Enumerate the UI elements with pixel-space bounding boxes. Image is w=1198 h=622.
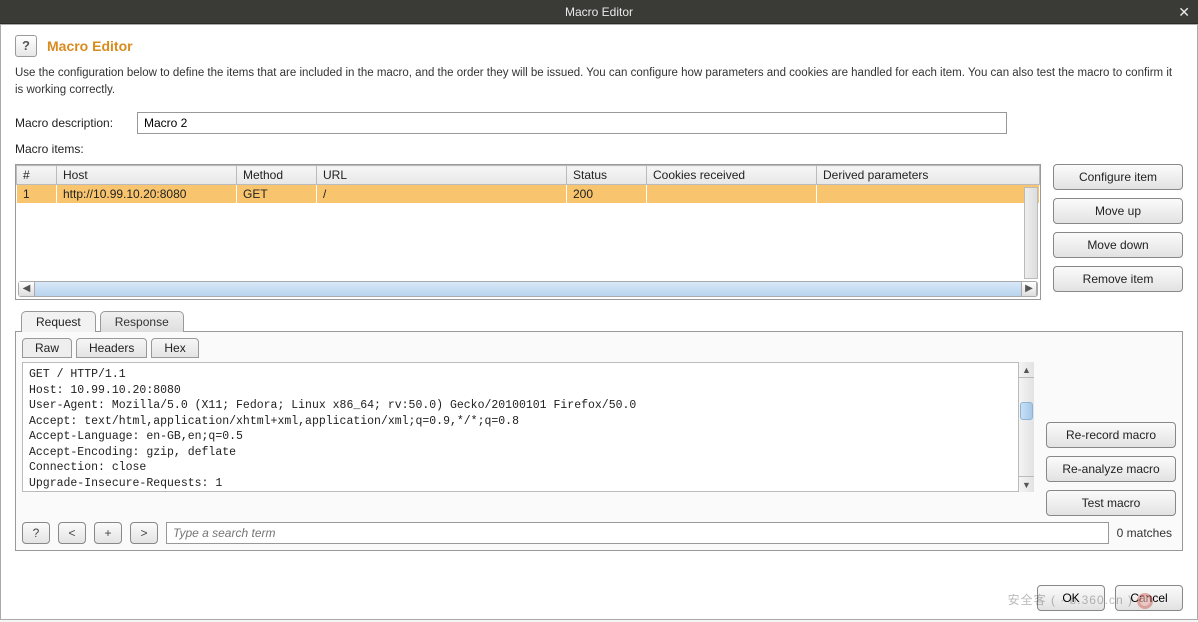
scroll-track[interactable]	[35, 282, 1021, 296]
section-title: Macro Editor	[47, 35, 133, 57]
scroll-left-icon[interactable]: ◀	[19, 282, 35, 296]
re-record-macro-button[interactable]: Re-record macro	[1046, 422, 1176, 448]
subtab-headers[interactable]: Headers	[76, 338, 147, 358]
macro-items-table-wrap: # Host Method URL Status Cookies receive…	[15, 164, 1041, 300]
search-matches: 0 matches	[1117, 526, 1172, 540]
scroll-down-icon[interactable]: ▼	[1019, 476, 1034, 492]
scroll-up-icon[interactable]: ▲	[1019, 362, 1034, 378]
raw-request-pane[interactable]: GET / HTTP/1.1 Host: 10.99.10.20:8080 Us…	[22, 362, 1034, 492]
remove-item-button[interactable]: Remove item	[1053, 266, 1183, 292]
section-description: Use the configuration below to define th…	[15, 65, 1183, 98]
col-num[interactable]: #	[17, 166, 57, 185]
raw-vscrollbar[interactable]: ▲ ▼	[1018, 362, 1034, 492]
col-url[interactable]: URL	[317, 166, 567, 185]
macro-items-label: Macro items:	[15, 142, 1183, 156]
scrollbar-thumb[interactable]	[1020, 402, 1033, 420]
table-row[interactable]: 1 http://10.99.10.20:8080 GET / 200	[17, 185, 1040, 204]
subtab-hex[interactable]: Hex	[151, 338, 198, 358]
move-down-button[interactable]: Move down	[1053, 232, 1183, 258]
col-host[interactable]: Host	[57, 166, 237, 185]
search-add-button[interactable]: +	[94, 522, 122, 544]
tab-body: Raw Headers Hex GET / HTTP/1.1 Host: 10.…	[15, 331, 1183, 551]
window-title: Macro Editor	[565, 5, 633, 19]
col-status[interactable]: Status	[567, 166, 647, 185]
cancel-button[interactable]: Cancel	[1115, 585, 1183, 611]
cell-host: http://10.99.10.20:8080	[57, 185, 237, 204]
table-vscrollbar[interactable]	[1024, 187, 1038, 279]
macro-items-table: # Host Method URL Status Cookies receive…	[16, 165, 1040, 203]
col-cookies[interactable]: Cookies received	[647, 166, 817, 185]
search-help-button[interactable]: ?	[22, 522, 50, 544]
cell-derived	[817, 185, 1040, 204]
ok-button[interactable]: OK	[1037, 585, 1105, 611]
test-macro-button[interactable]: Test macro	[1046, 490, 1176, 516]
search-forward-button[interactable]: >	[130, 522, 158, 544]
titlebar: Macro Editor ✕	[0, 0, 1198, 24]
search-back-button[interactable]: <	[58, 522, 86, 544]
cell-status: 200	[567, 185, 647, 204]
col-method[interactable]: Method	[237, 166, 317, 185]
scroll-right-icon[interactable]: ▶	[1021, 282, 1037, 296]
cell-num: 1	[17, 185, 57, 204]
cell-url: /	[317, 185, 567, 204]
macro-description-input[interactable]	[137, 112, 1007, 134]
search-input[interactable]	[166, 522, 1109, 544]
tab-request[interactable]: Request	[21, 311, 96, 332]
cell-method: GET	[237, 185, 317, 204]
cell-cookies	[647, 185, 817, 204]
tab-response[interactable]: Response	[100, 311, 184, 332]
col-derived[interactable]: Derived parameters	[817, 166, 1040, 185]
re-analyze-macro-button[interactable]: Re-analyze macro	[1046, 456, 1176, 482]
macro-description-label: Macro description:	[15, 116, 125, 130]
table-hscrollbar[interactable]: ◀ ▶	[18, 281, 1038, 297]
move-up-button[interactable]: Move up	[1053, 198, 1183, 224]
window-body: ? Macro Editor Use the configuration bel…	[0, 24, 1198, 620]
subtab-raw[interactable]: Raw	[22, 338, 72, 358]
configure-item-button[interactable]: Configure item	[1053, 164, 1183, 190]
close-icon[interactable]: ✕	[1178, 0, 1190, 24]
help-icon[interactable]: ?	[15, 35, 37, 57]
